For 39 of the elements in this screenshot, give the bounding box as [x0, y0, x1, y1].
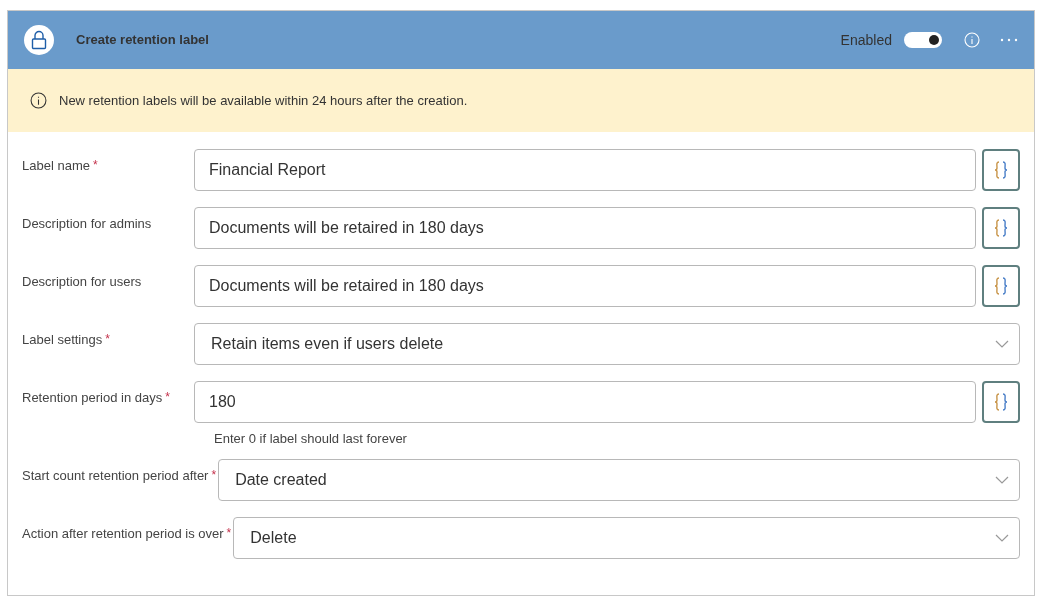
toggle-label: Enabled — [840, 30, 892, 50]
expression-button[interactable] — [982, 149, 1020, 191]
chevron-icon — [995, 340, 1009, 348]
banner-text: New retention labels will be available within 24 hours after the creation. — [59, 91, 468, 110]
expression-button[interactable] — [982, 207, 1020, 249]
braces-icon — [993, 392, 1009, 412]
dropdown-field[interactable]: Delete — [233, 516, 1020, 559]
required-mark: * — [165, 389, 170, 406]
braces-icon — [993, 160, 1009, 180]
dropdown-field[interactable]: Retain items even if users delete — [194, 323, 1020, 365]
info-icon — [30, 92, 47, 109]
chevron-icon — [995, 475, 1009, 484]
field-label: Retention period in days — [22, 389, 163, 407]
hint-text: Enter 0 if label should last forever — [214, 430, 408, 448]
info-icon[interactable] — [964, 32, 980, 48]
field-label: Start count retention period after — [22, 466, 209, 485]
expression-button[interactable] — [982, 381, 1020, 423]
chevron-icon — [995, 533, 1009, 542]
expression-button[interactable] — [982, 265, 1020, 307]
dropdown-field[interactable]: Date created — [218, 458, 1020, 501]
text-field[interactable]: Financial Report — [194, 149, 976, 191]
required-mark: * — [105, 331, 110, 348]
required-mark: * — [226, 524, 232, 542]
more-icon[interactable] — [1000, 38, 1018, 42]
enabled-toggle[interactable] — [904, 32, 942, 48]
required-mark: * — [211, 466, 217, 484]
lock-icon — [31, 30, 47, 50]
field-label: Action after retention period is over — [22, 524, 224, 543]
header-title: Create retention label — [76, 31, 209, 50]
text-field[interactable]: Documents will be retaired in 180 days — [194, 207, 976, 249]
required-mark: * — [92, 157, 98, 174]
field-label: Label name — [22, 157, 90, 175]
field-label: Label settings — [22, 331, 103, 349]
field-label: Description for admins — [22, 215, 152, 233]
text-field[interactable]: 180 — [194, 381, 976, 423]
braces-icon — [993, 276, 1009, 296]
braces-icon — [993, 218, 1009, 238]
field-label: Description for users — [22, 273, 142, 291]
text-field[interactable]: Documents will be retaired in 180 days — [194, 265, 976, 307]
